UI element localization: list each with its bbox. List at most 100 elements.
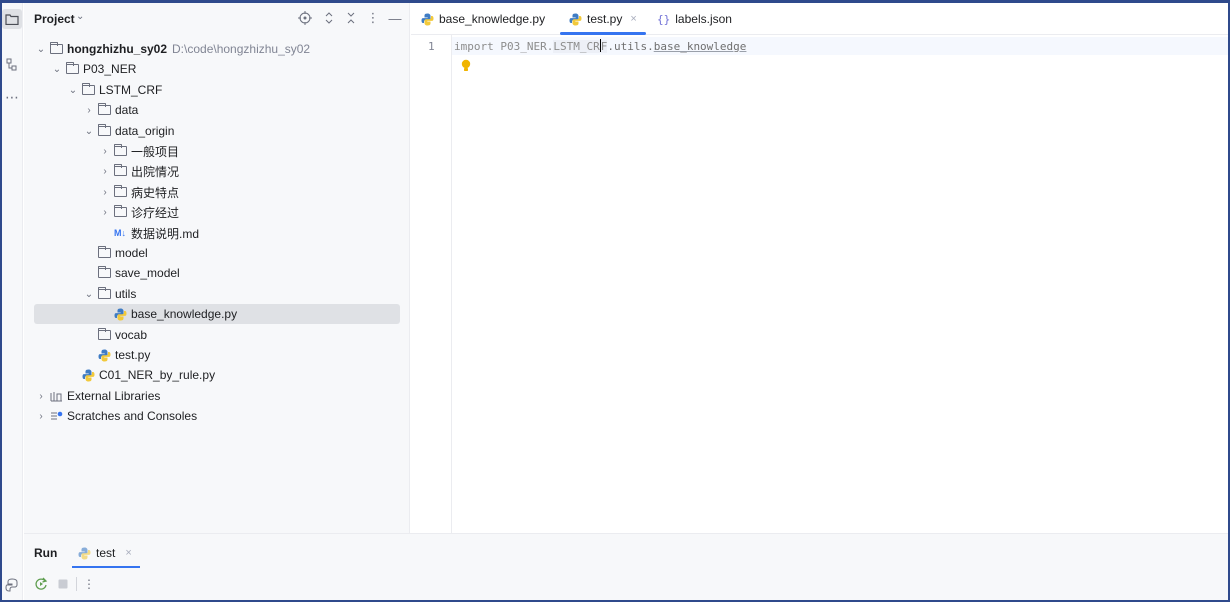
- tree-item-general[interactable]: › 一般项目: [34, 141, 400, 161]
- tree-item-label: 病史特点: [131, 185, 180, 200]
- tree-item-label: base_knowledge.py: [131, 307, 238, 321]
- code-keyword: import: [454, 40, 494, 53]
- close-icon[interactable]: ×: [630, 13, 636, 25]
- tree-item-lstm-crf[interactable]: ⌄ LSTM_CRF: [34, 80, 400, 100]
- chevron-right-icon[interactable]: ›: [34, 411, 48, 422]
- tree-item-label: External Libraries: [67, 389, 161, 403]
- editor-tab-bar: base_knowledge.py test.py × {} labels.js…: [411, 3, 1228, 35]
- chevron-down-icon[interactable]: ⌄: [82, 289, 96, 300]
- tree-item-label: data: [115, 103, 139, 117]
- chevron-right-icon[interactable]: ›: [98, 207, 112, 218]
- tab-labels-json[interactable]: {} labels.json: [657, 3, 732, 35]
- more-tools-icon[interactable]: ⋯: [2, 87, 22, 107]
- tree-item-label: save_model: [115, 266, 180, 280]
- tree-item-path: D:\code\hongzhizhu_sy02: [172, 42, 311, 56]
- tree-item-utils[interactable]: ⌄ utils: [34, 284, 400, 304]
- hide-icon[interactable]: —: [386, 9, 404, 27]
- active-tab-indicator: [72, 566, 140, 568]
- chevron-down-icon[interactable]: ⌄: [50, 64, 64, 75]
- tree-item-treatment[interactable]: › 诊疗经过: [34, 202, 400, 222]
- run-tab-label: test: [96, 546, 116, 560]
- more-options-icon[interactable]: ⋮: [80, 575, 98, 593]
- lightbulb-icon[interactable]: [460, 59, 472, 76]
- options-icon[interactable]: ⋮: [364, 9, 382, 27]
- code-module: LSTM_CRF: [553, 39, 608, 53]
- tree-item-scratches[interactable]: › Scratches and Consoles: [34, 406, 400, 426]
- tree-item-label: P03_NER: [83, 62, 137, 76]
- chevron-down-icon[interactable]: ⌄: [66, 85, 80, 96]
- python-file-icon: [80, 368, 96, 382]
- python-file-icon: [112, 307, 128, 321]
- folder-icon: [96, 266, 112, 280]
- tree-item-p03-ner[interactable]: ⌄ P03_NER: [34, 59, 400, 79]
- code-module-part: LSTM_CR: [553, 40, 600, 53]
- folder-icon: [80, 83, 96, 97]
- run-panel-title: Run: [34, 546, 58, 560]
- tree-item-base-knowledge-py[interactable]: base_knowledge.py: [34, 304, 400, 324]
- python-file-icon: [96, 348, 112, 362]
- folder-icon: [96, 246, 112, 260]
- tool-window-strip: ⋯: [2, 3, 23, 600]
- project-folder-icon[interactable]: [2, 9, 22, 29]
- tree-item-save-model[interactable]: save_model: [34, 263, 400, 283]
- chevron-down-icon[interactable]: ⌄: [76, 11, 84, 22]
- code-line[interactable]: import P03_NER.LSTM_CRF.utils.base_knowl…: [454, 39, 746, 53]
- folder-icon: [112, 144, 128, 158]
- python-file-icon: [78, 547, 91, 560]
- folder-icon: [96, 287, 112, 301]
- folder-icon: [48, 42, 64, 56]
- tree-item-test-py[interactable]: test.py: [34, 345, 400, 365]
- chevron-right-icon[interactable]: ›: [82, 105, 96, 116]
- stop-icon[interactable]: [54, 575, 72, 593]
- tree-item-label: 数据说明.md: [131, 226, 200, 241]
- locate-icon[interactable]: [296, 9, 314, 27]
- tree-item-label: test.py: [115, 348, 151, 362]
- tree-item-readme-md[interactable]: M↓ 数据说明.md: [34, 223, 400, 243]
- chevron-right-icon[interactable]: ›: [98, 187, 112, 198]
- project-tool-window: Project ⌄ ⋮ — ⌄ hongzhizhu_sy02 D:\code\…: [24, 3, 410, 533]
- tree-item-discharge[interactable]: › 出院情况: [34, 161, 400, 181]
- tab-test-py[interactable]: test.py ×: [569, 3, 637, 35]
- folder-icon: [112, 205, 128, 219]
- tree-item-data[interactable]: › data: [34, 100, 400, 120]
- tree-item-label: C01_NER_by_rule.py: [99, 368, 216, 382]
- json-file-icon: {}: [657, 12, 671, 26]
- tab-base-knowledge-py[interactable]: base_knowledge.py: [421, 3, 545, 35]
- python-console-icon[interactable]: [2, 575, 22, 595]
- chevron-down-icon[interactable]: ⌄: [34, 44, 48, 55]
- folder-icon: [96, 124, 112, 138]
- python-file-icon: [421, 13, 434, 26]
- collapse-all-icon[interactable]: [342, 9, 360, 27]
- tree-item-vocab[interactable]: vocab: [34, 325, 400, 345]
- tree-item-label: 一般项目: [131, 144, 180, 159]
- tree-item-label: 诊疗经过: [131, 205, 180, 220]
- tree-item-label: utils: [115, 287, 137, 301]
- chevron-right-icon[interactable]: ›: [98, 166, 112, 177]
- toolbar-separator: [76, 577, 77, 591]
- run-tab-test[interactable]: test ×: [78, 546, 132, 560]
- tree-item-c01-ner-by-rule-py[interactable]: C01_NER_by_rule.py: [34, 365, 400, 385]
- tab-label: base_knowledge.py: [439, 12, 546, 26]
- tree-item-label: hongzhizhu_sy02: [67, 42, 168, 56]
- tree-item-hongzhizhu-sy02[interactable]: ⌄ hongzhizhu_sy02 D:\code\hongzhizhu_sy0…: [34, 39, 400, 59]
- tree-item-label: LSTM_CRF: [99, 83, 163, 97]
- folder-icon: [96, 103, 112, 117]
- expand-all-icon[interactable]: [320, 9, 338, 27]
- tree-item-label: data_origin: [115, 124, 175, 138]
- project-title[interactable]: Project: [34, 12, 75, 26]
- rerun-icon[interactable]: [32, 575, 50, 593]
- tree-item-external-libraries[interactable]: › External Libraries: [34, 386, 400, 406]
- code-editor[interactable]: import P03_NER.LSTM_CRF.utils.base_knowl…: [452, 35, 1228, 533]
- tree-item-history[interactable]: › 病史特点: [34, 182, 400, 202]
- python-file-icon: [569, 13, 582, 26]
- tree-item-model[interactable]: model: [34, 243, 400, 263]
- chevron-right-icon[interactable]: ›: [98, 146, 112, 157]
- structure-icon[interactable]: [2, 55, 22, 75]
- chevron-down-icon[interactable]: ⌄: [82, 126, 96, 137]
- tree-item-label: vocab: [115, 328, 148, 342]
- code-subpath: .utils.: [607, 40, 654, 53]
- chevron-right-icon[interactable]: ›: [34, 391, 48, 402]
- tree-item-label: Scratches and Consoles: [67, 409, 198, 423]
- tree-item-data-origin[interactable]: ⌄ data_origin: [34, 121, 400, 141]
- close-icon[interactable]: ×: [125, 547, 131, 559]
